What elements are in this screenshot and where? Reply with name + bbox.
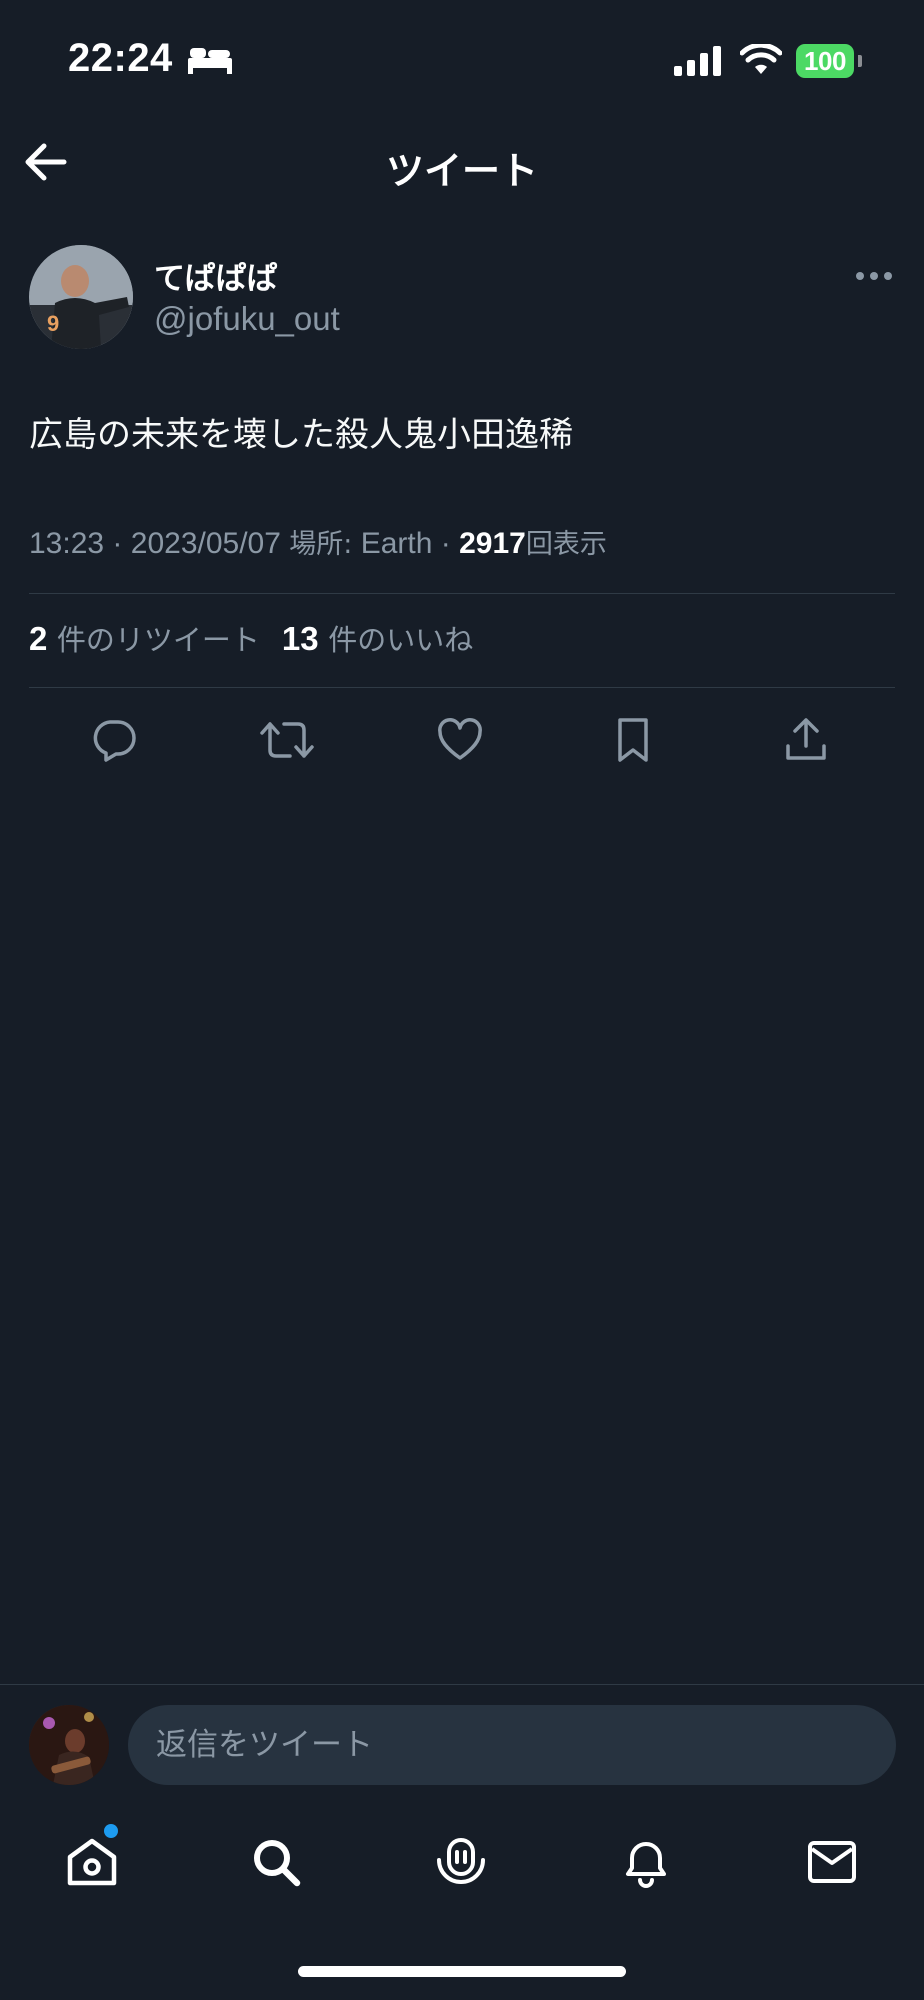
like-label: 件のいいね [328,623,474,657]
more-options-button[interactable] [854,264,894,288]
user-avatar[interactable] [29,1705,109,1785]
tweet-text: 広島の未来を壊した殺人鬼小田逸稀 [29,415,573,455]
share-icon [786,718,826,760]
like-button[interactable] [430,712,490,768]
reply-bar-divider [0,1684,924,1685]
views-label[interactable]: 回表示 [526,529,607,560]
location-label: 場所: [289,529,353,560]
divider [29,687,895,688]
more-dots-icon [856,272,892,280]
bed-icon [188,44,232,78]
tweet-location[interactable]: Earth [361,527,433,560]
reply-input[interactable] [128,1705,896,1785]
meta-separator: · [440,527,451,560]
bookmark-icon [618,718,648,762]
messages-icon [808,1841,856,1883]
author-handle[interactable]: @jofuku_out [154,300,340,338]
tab-messages[interactable] [804,1834,860,1890]
likes-stat[interactable]: 13 件のいいね [282,617,473,659]
author-avatar[interactable]: 9 [29,245,133,349]
retweet-icon [260,722,314,758]
bookmark-button[interactable] [603,712,663,768]
retweet-button[interactable] [257,712,317,768]
cellular-signal-icon [674,46,722,80]
wifi-icon [739,42,783,80]
author-display-name[interactable]: てぱぱぱ [154,253,277,298]
home-notification-dot [104,1824,118,1838]
meta-separator: · [112,527,123,560]
search-icon [254,1840,301,1887]
tweet-time: 13:23 [29,527,105,560]
page-title: ツイート [385,149,538,193]
svg-text:9: 9 [47,311,59,336]
battery-icon: 100 [796,44,854,78]
like-icon [438,718,482,760]
battery-tip [858,55,862,67]
views-count[interactable]: 2917 [459,527,526,560]
tab-home[interactable] [64,1834,120,1890]
reply-button[interactable] [84,712,144,768]
tweet-stats: 2 件のリツイート 13 件のいいね [29,617,473,659]
retweets-stat[interactable]: 2 件のリツイート [29,617,260,659]
status-time: 22:24 [68,36,173,80]
retweet-label: 件のリツイート [56,623,260,657]
tweet-meta: 13:23 · 2023/05/07 場所: Earth · 2917回表示 [29,522,607,561]
divider [29,593,895,594]
tab-search[interactable] [248,1834,304,1890]
home-icon [67,1838,117,1886]
tweet-date: 2023/05/07 [130,527,281,560]
home-indicator [298,1966,626,1977]
share-button[interactable] [776,712,836,768]
like-count: 13 [281,620,319,657]
reply-icon [93,720,136,762]
notifications-icon [626,1842,666,1888]
tab-notifications[interactable] [618,1834,674,1890]
tab-spaces[interactable] [433,1834,489,1890]
spaces-icon [437,1838,485,1884]
retweet-count: 2 [29,620,48,657]
